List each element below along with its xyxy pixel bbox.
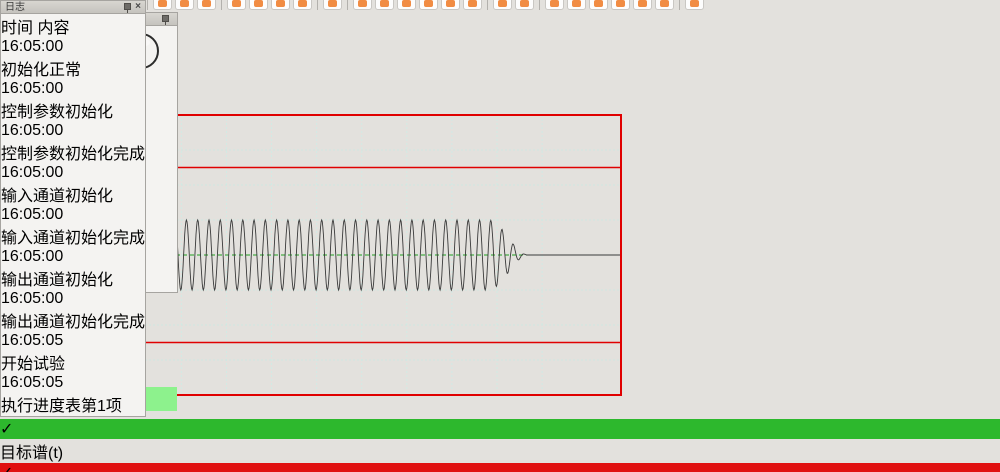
chart-legend: ✓目标谱(t)✓中断下限(t)✓中断上限(t)✓控制(t): [0, 419, 1000, 472]
label-level-1-icon[interactable]: [227, 0, 246, 10]
label-level-3-icon[interactable]: [271, 0, 290, 10]
window-tile-icon[interactable]: [493, 0, 512, 10]
log-time: 16:05:05: [1, 374, 145, 392]
log-row[interactable]: 16:05:05开始试验: [1, 332, 145, 374]
layout-grid-2-icon[interactable]: [375, 0, 394, 10]
refresh-icon[interactable]: [685, 0, 704, 10]
log-time: 16:05:00: [1, 206, 145, 224]
favorite-icon[interactable]: [153, 0, 172, 10]
log-message: 输入通道初始化: [1, 182, 145, 206]
chart-add-icon[interactable]: [441, 0, 460, 10]
legend-checkbox[interactable]: ✓: [0, 463, 1000, 472]
chart-properties-icon[interactable]: [419, 0, 438, 10]
log-rows: 16:05:00初始化正常16:05:00控制参数初始化16:05:00控制参数…: [1, 38, 145, 416]
log-header: 日志 ×: [0, 0, 146, 14]
log-row[interactable]: 16:05:00输入通道初始化: [1, 164, 145, 206]
toolbar-separator: [347, 0, 348, 10]
pin-icon[interactable]: [123, 2, 131, 13]
log-time: 16:05:05: [1, 332, 145, 350]
legend-checkbox[interactable]: ✓: [0, 419, 1000, 439]
clock-icon[interactable]: [197, 0, 216, 10]
log-message: 控制参数初始化: [1, 98, 145, 122]
log-row[interactable]: 16:05:05执行进度表第1项: [1, 374, 145, 416]
toolbar-separator: [221, 0, 222, 10]
log-message: 输入通道初始化完成: [1, 224, 145, 248]
log-col-content: 内容: [37, 20, 69, 37]
log-time: 16:05:00: [1, 164, 145, 182]
layout-grid-4-icon[interactable]: [397, 0, 416, 10]
log-time: 16:05:00: [1, 248, 145, 266]
fit-width-icon[interactable]: [545, 0, 564, 10]
log-row[interactable]: 16:05:00初始化正常: [1, 38, 145, 80]
zoom-reset-icon[interactable]: [655, 0, 674, 10]
zoom-in-icon[interactable]: [611, 0, 630, 10]
log-time: 16:05:00: [1, 38, 145, 56]
log-row[interactable]: 16:05:00输出通道初始化: [1, 248, 145, 290]
cursor-tool-icon[interactable]: [589, 0, 608, 10]
zoom-out-icon[interactable]: [633, 0, 652, 10]
log-row[interactable]: 16:05:00输入通道初始化完成: [1, 206, 145, 248]
log-title: 日志: [5, 1, 123, 14]
log-time: 16:05:00: [1, 122, 145, 140]
layout-single-icon[interactable]: [353, 0, 372, 10]
application-window: 控制栏 运行状态 脉冲总数:50输出脉冲数:2剩余脉冲数:48目标峰值(G):1…: [0, 0, 1000, 472]
link-channels-icon[interactable]: [293, 0, 312, 10]
log-message: 输出通道初始化完成: [1, 308, 145, 332]
fit-height-icon[interactable]: [567, 0, 586, 10]
legend-item: ✓中断下限(t): [0, 463, 1000, 472]
window-cascade-icon[interactable]: [515, 0, 534, 10]
toolbar-separator: [147, 0, 148, 10]
legend-label: 目标谱(t): [0, 439, 1000, 463]
toolbar-separator: [317, 0, 318, 10]
chart-edit-icon[interactable]: [463, 0, 482, 10]
toolbar-separator: [679, 0, 680, 10]
log-body: 时间 内容 16:05:00初始化正常16:05:00控制参数初始化16:05:…: [0, 14, 146, 417]
legend-item: ✓目标谱(t): [0, 419, 1000, 463]
log-col-time: 时间: [1, 20, 33, 37]
log-time: 16:05:00: [1, 290, 145, 308]
log-row[interactable]: 16:05:00输出通道初始化完成: [1, 290, 145, 332]
schedule-icon[interactable]: [175, 0, 194, 10]
log-time: 16:05:00: [1, 80, 145, 98]
toolbar-separator: [539, 0, 540, 10]
log-row[interactable]: 16:05:00控制参数初始化: [1, 80, 145, 122]
label-level-2-icon[interactable]: [249, 0, 268, 10]
log-message: 输出通道初始化: [1, 266, 145, 290]
log-panel: 日志 × 时间 内容 16:05:00初始化正常16:05:00控制参数初始化1…: [0, 0, 146, 417]
toolbar-separator: [487, 0, 488, 10]
log-message: 开始试验: [1, 350, 145, 374]
log-message: 执行进度表第1项: [1, 392, 145, 416]
log-column-headers: 时间 内容: [1, 14, 145, 38]
log-message: 控制参数初始化完成: [1, 140, 145, 164]
pin-icon[interactable]: [161, 14, 169, 25]
signal-waveform-icon[interactable]: [323, 0, 342, 10]
log-row[interactable]: 16:05:00控制参数初始化完成: [1, 122, 145, 164]
close-icon[interactable]: ×: [135, 1, 141, 13]
log-message: 初始化正常: [1, 56, 145, 80]
